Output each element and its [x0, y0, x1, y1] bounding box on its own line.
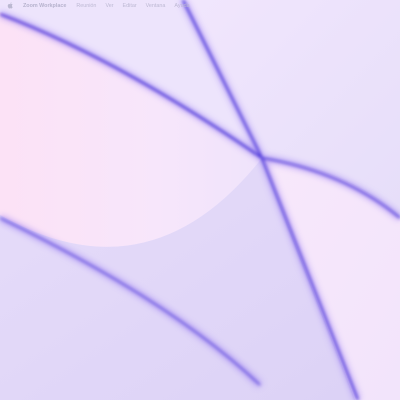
menu-item-reunion[interactable]: Reunión: [76, 3, 96, 9]
menu-item-ver[interactable]: Ver: [105, 3, 113, 9]
menu-item-ayuda[interactable]: Ayuda: [174, 3, 189, 9]
menu-item-ventana[interactable]: Ventana: [146, 3, 166, 9]
menu-item-editar[interactable]: Editar: [123, 3, 137, 9]
wallpaper-graphic: [0, 0, 400, 400]
desktop-wallpaper: [0, 0, 400, 400]
menu-app-name[interactable]: Zoom Workplace: [23, 3, 66, 9]
apple-logo-icon[interactable]: [6, 2, 13, 10]
menu-bar: Zoom Workplace Reunión Ver Editar Ventan…: [0, 0, 400, 11]
